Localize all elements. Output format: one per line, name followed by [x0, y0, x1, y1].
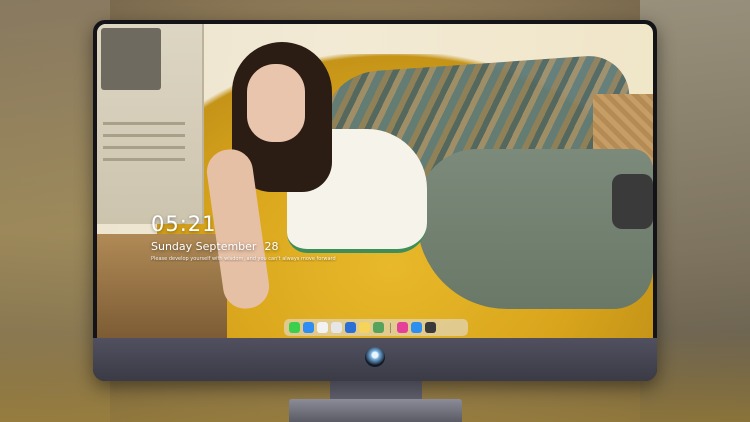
wallpaper-vent — [103, 134, 185, 137]
wallpaper-figure-pants — [417, 149, 653, 309]
app-store-icon[interactable] — [411, 322, 422, 333]
finder-icon[interactable] — [303, 322, 314, 333]
monitor-stand-foot — [289, 399, 462, 422]
monitor-chin — [93, 338, 657, 381]
safari-icon[interactable] — [317, 322, 328, 333]
monitor-stand-neck — [330, 381, 422, 401]
image-viewer-icon[interactable] — [373, 322, 384, 333]
lock-screen-date: Sunday September 28 — [151, 240, 278, 253]
notes-icon[interactable] — [359, 322, 370, 333]
wallpaper-vent — [103, 146, 185, 149]
system-icon[interactable] — [425, 322, 436, 333]
wallpaper-figure-boot — [612, 174, 653, 229]
lock-screen-day-number: 28 — [264, 240, 279, 253]
wallpaper-figure-face — [247, 64, 305, 142]
wallpaper-vent — [103, 158, 185, 161]
lock-screen-clock: 05:21 — [151, 212, 217, 236]
wallpaper-retro-computer — [97, 24, 204, 224]
clapper-icon[interactable] — [345, 322, 356, 333]
lock-screen-quote: Please develop yourself with wisdom, and… — [151, 256, 336, 262]
lock-screen-date-text: Sunday September — [151, 240, 257, 253]
wallpaper-vent — [103, 122, 185, 125]
desktop-screen: 05:21 Sunday September 28 Please develop … — [97, 24, 653, 338]
music-icon[interactable] — [397, 322, 408, 333]
dock — [284, 319, 468, 336]
monitor-frame: 05:21 Sunday September 28 Please develop … — [93, 20, 657, 381]
messages-icon[interactable] — [289, 322, 300, 333]
wallpaper-retro-computer-screen — [101, 28, 161, 90]
dock-separator — [390, 322, 391, 333]
brand-logo-icon — [365, 347, 385, 367]
photos-icon[interactable] — [331, 322, 342, 333]
